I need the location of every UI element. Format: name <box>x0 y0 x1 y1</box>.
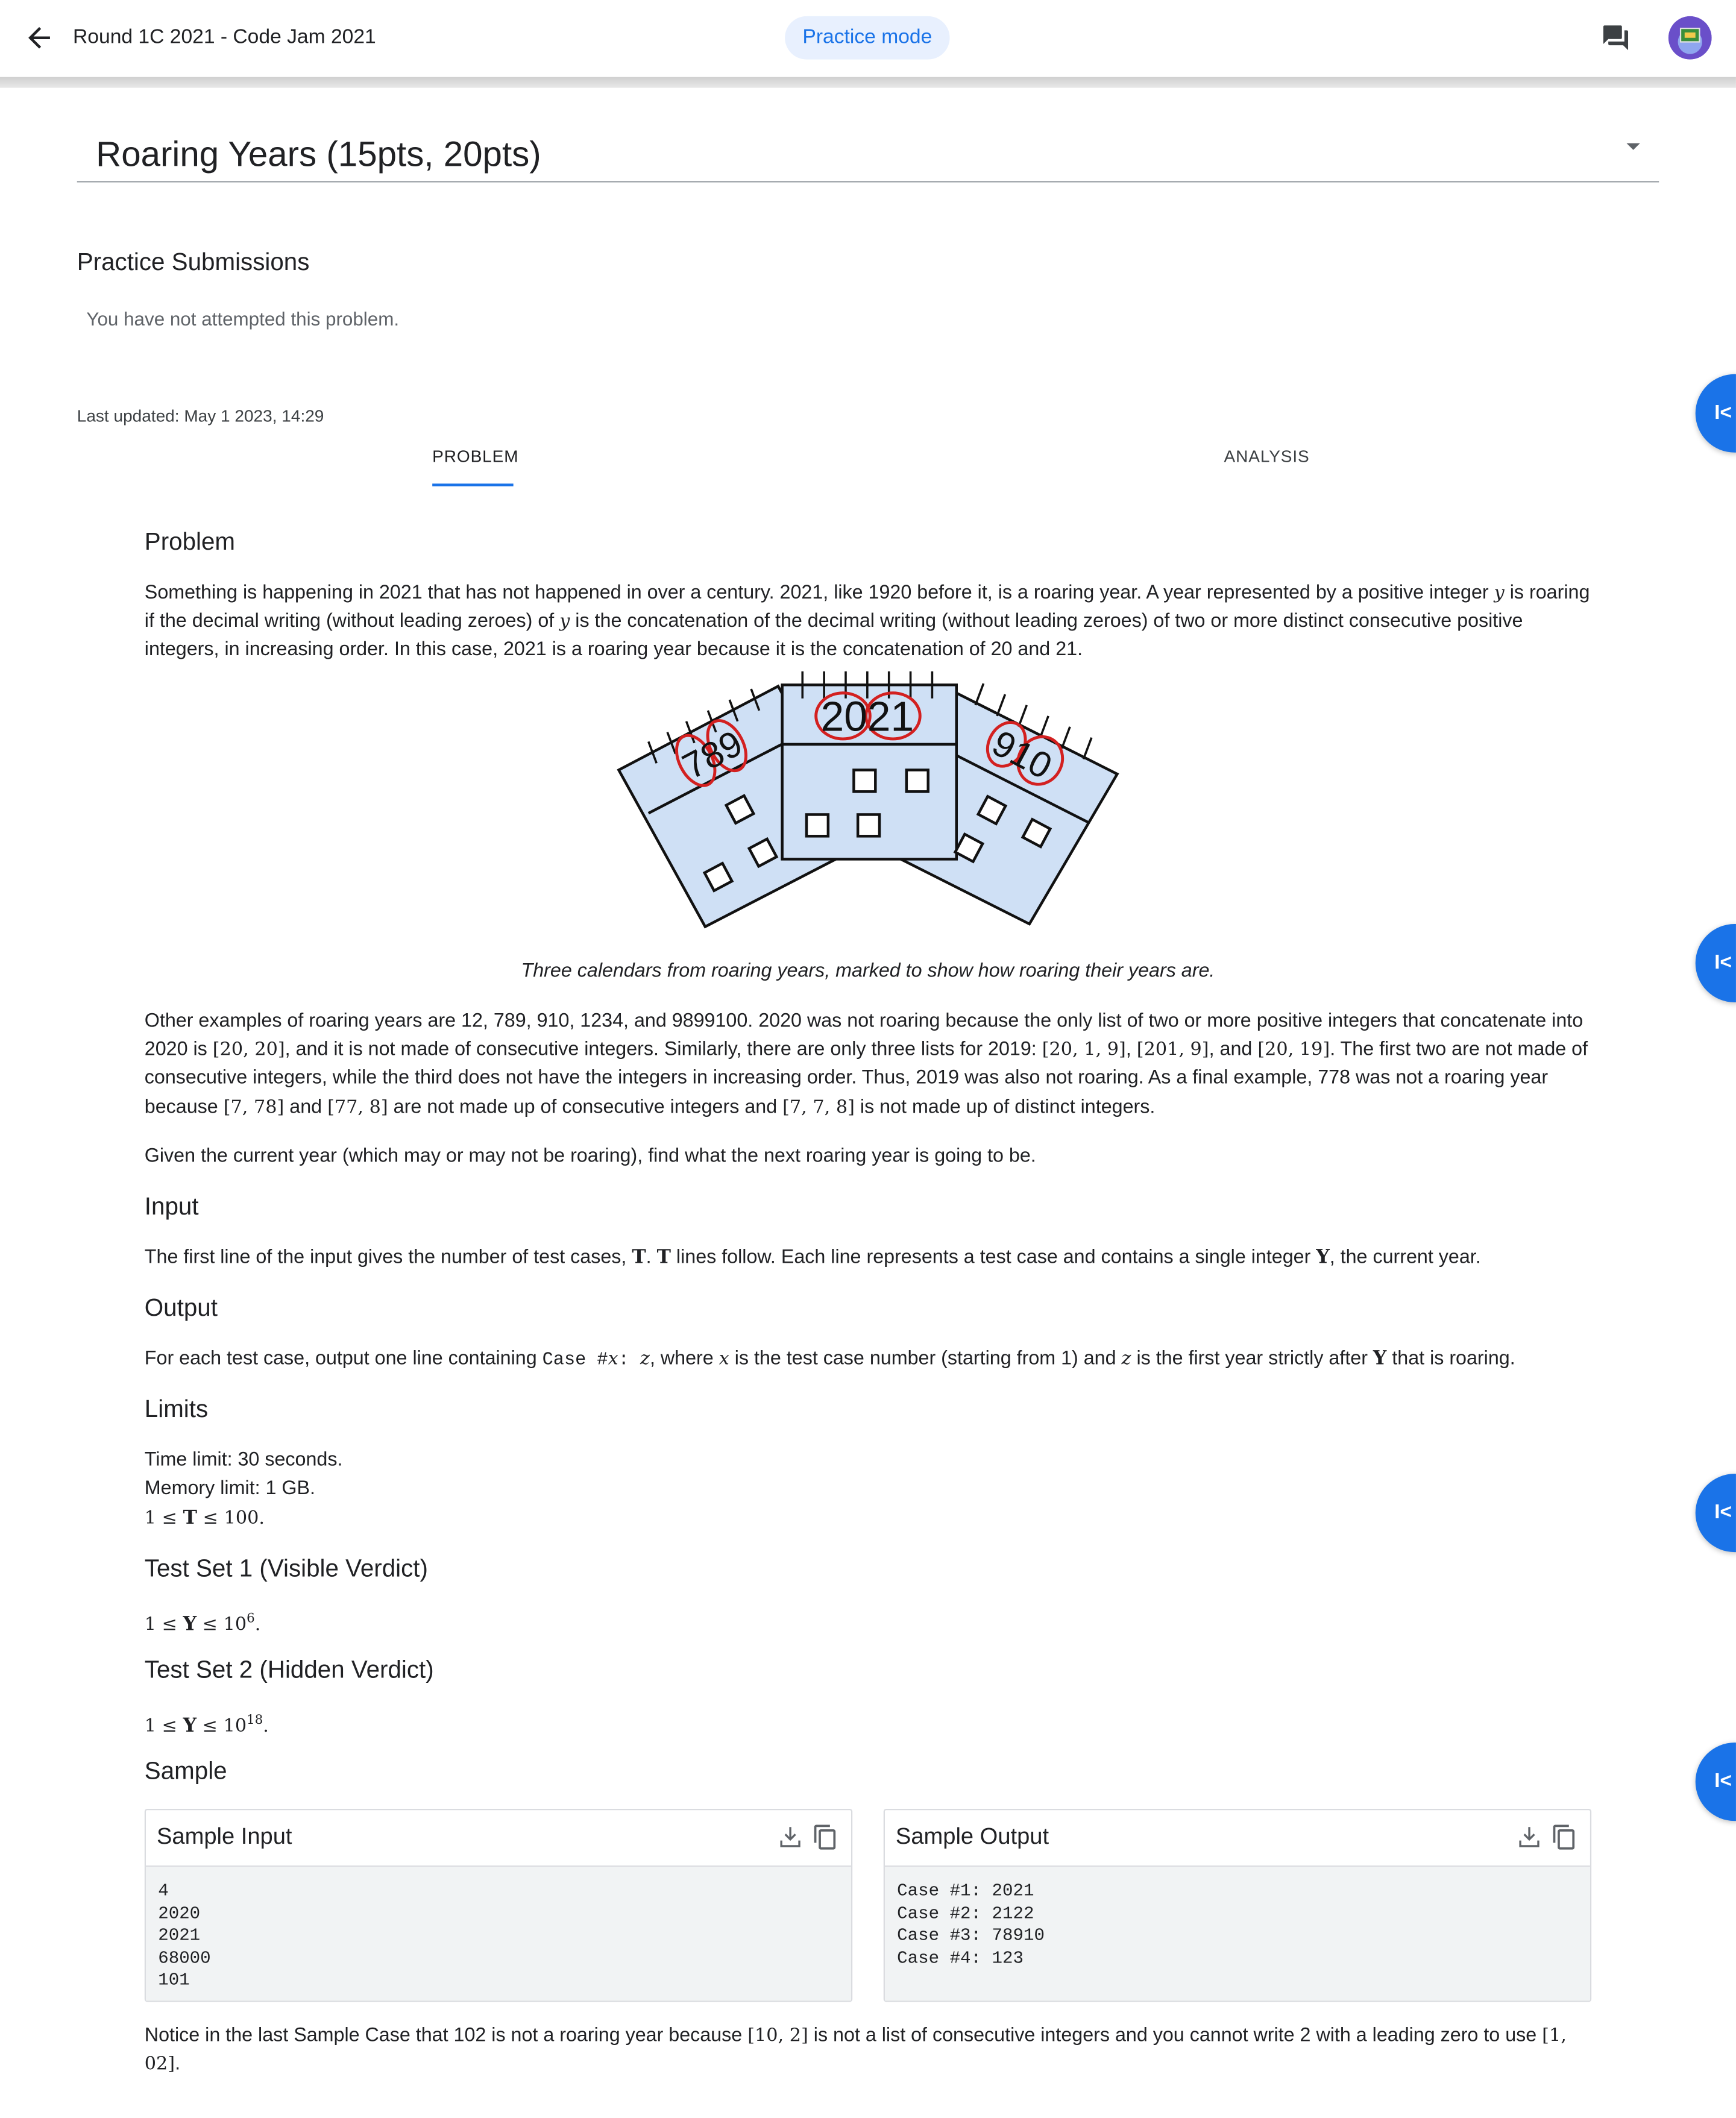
contest-title: Round 1C 2021 - Code Jam 2021 <box>73 25 376 49</box>
sample-note: Notice in the last Sample Case that 102 … <box>144 2025 1567 2075</box>
collapse-panel-button[interactable]: I< <box>1695 374 1736 453</box>
tab-analysis[interactable]: ANALYSIS <box>1224 447 1310 466</box>
sample-input-body: 4 2020 2021 68000 101 <box>146 1867 851 2001</box>
forum-icon[interactable] <box>1601 23 1631 52</box>
roaring-calendars-figure: 789 2021 910 <box>617 671 1119 929</box>
section-heading-test-set-1: Test Set 1 (Visible Verdict) <box>144 1554 428 1582</box>
sample-output-box: Sample Output Case #1: 2021 Case #2: 212… <box>883 1808 1592 2002</box>
collapse-panel-button[interactable]: I< <box>1695 1742 1736 1821</box>
sample-input-header: Sample Input <box>146 1810 851 1867</box>
problem-paragraph-3: Given the current year (which may or may… <box>144 1145 1036 1167</box>
download-icon[interactable] <box>777 1824 804 1851</box>
collapse-panel-button[interactable]: I< <box>1695 923 1736 1002</box>
copy-icon[interactable] <box>1551 1824 1578 1851</box>
practice-mode-chip[interactable]: Practice mode <box>785 16 950 60</box>
problem-select-title[interactable]: Roaring Years (15pts, 20pts) <box>96 134 541 175</box>
section-heading-output: Output <box>144 1294 218 1321</box>
limits-time: Time limit: 30 seconds. <box>144 1449 343 1471</box>
problem-paragraph-1: Something is happening in 2021 that has … <box>144 582 1590 661</box>
dropdown-arrow-icon[interactable] <box>1626 143 1640 150</box>
sample-input-box: Sample Input 4 2020 2021 68000 101 <box>144 1808 853 2002</box>
section-heading-sample: Sample <box>144 1757 227 1785</box>
tab-problem[interactable]: PROBLEM <box>432 447 518 466</box>
figure-caption: Three calendars from roaring years, mark… <box>521 960 1215 982</box>
practice-submissions-heading: Practice Submissions <box>77 248 310 276</box>
download-icon[interactable] <box>1516 1824 1543 1851</box>
last-updated: Last updated: May 1 2023, 14:29 <box>77 406 324 426</box>
limits-memory: Memory limit: 1 GB. <box>144 1477 315 1500</box>
problem-paragraph-2: Other examples of roaring years are 12, … <box>144 1010 1588 1118</box>
input-paragraph: The first line of the input gives the nu… <box>144 1246 1481 1269</box>
section-heading-limits: Limits <box>144 1395 209 1422</box>
test-set-1-constraint: 1 ≤ Y ≤ 106. <box>144 1611 261 1636</box>
copy-icon[interactable] <box>812 1824 839 1851</box>
section-heading-test-set-2: Test Set 2 (Hidden Verdict) <box>144 1656 434 1683</box>
top-bar-shadow <box>0 77 1736 88</box>
section-heading-problem: Problem <box>144 528 236 556</box>
limits-t-constraint: 1 ≤ T ≤ 100. <box>144 1507 265 1530</box>
back-arrow-icon[interactable] <box>23 22 55 54</box>
sample-output-header: Sample Output <box>884 1810 1590 1867</box>
sample-input-text: 4 2020 2021 68000 101 <box>158 1880 211 1991</box>
select-underline <box>77 181 1659 183</box>
test-set-2-constraint: 1 ≤ Y ≤ 1018. <box>144 1712 269 1737</box>
user-avatar[interactable] <box>1668 16 1712 60</box>
collapse-panel-button[interactable]: I< <box>1695 1474 1736 1553</box>
sample-output-title: Sample Output <box>895 1823 1049 1850</box>
sample-input-title: Sample Input <box>156 1823 292 1850</box>
app-root: Round 1C 2021 - Code Jam 2021 Practice m… <box>0 0 1736 2118</box>
submission-status: You have not attempted this problem. <box>86 307 400 330</box>
section-heading-input: Input <box>144 1192 199 1220</box>
output-paragraph: For each test case, output one line cont… <box>144 1348 1515 1371</box>
sample-output-text: Case #1: 2021 Case #2: 2122 Case #3: 789… <box>897 1880 1045 1968</box>
figure-label-2021: 2021 <box>821 693 914 740</box>
tab-indicator <box>432 483 514 486</box>
sample-output-body: Case #1: 2021 Case #2: 2122 Case #3: 789… <box>884 1867 1590 2001</box>
